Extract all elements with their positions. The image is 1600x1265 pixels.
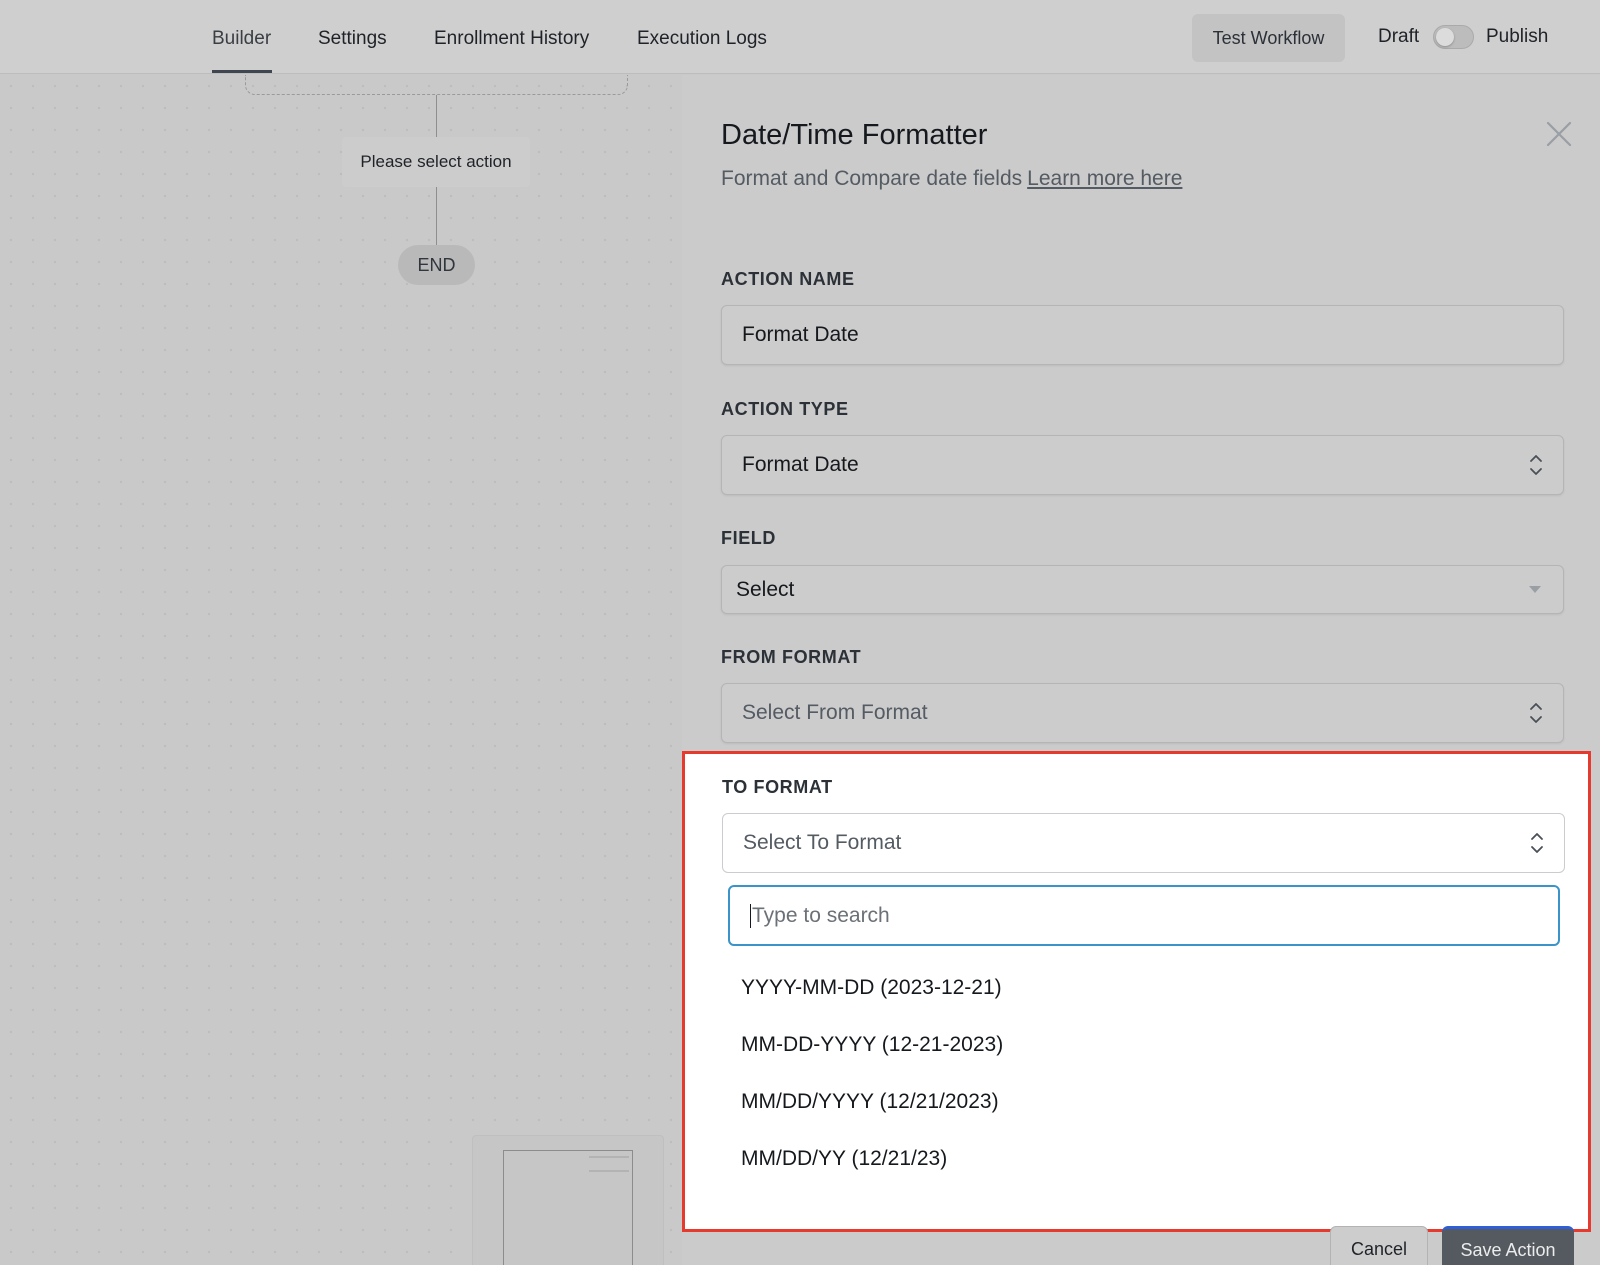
from-format-placeholder: Select From Format xyxy=(742,701,928,724)
format-option[interactable]: MM-DD-YYYY (12-21-2023) xyxy=(741,1033,1003,1057)
action-name-label: ACTION NAME xyxy=(721,269,855,289)
field-label: FIELD xyxy=(721,528,776,548)
minimap-line xyxy=(589,1156,629,1158)
format-option[interactable]: YYYY-MM-DD (2023-12-21) xyxy=(741,976,1002,1000)
learn-more-link[interactable]: Learn more here xyxy=(1027,167,1182,190)
tab-enrollment-history[interactable]: Enrollment History xyxy=(434,28,589,50)
close-icon[interactable] xyxy=(1544,119,1574,149)
text-cursor xyxy=(750,903,751,928)
cancel-button[interactable]: Cancel xyxy=(1330,1226,1428,1265)
workflow-canvas[interactable]: Please select action END xyxy=(0,75,682,1265)
dropdown-search-input[interactable]: Type to search xyxy=(728,885,1560,946)
publish-label: Publish xyxy=(1486,26,1549,47)
chevron-up-down-icon xyxy=(1530,455,1542,475)
panel-title: Date/Time Formatter xyxy=(721,119,988,151)
top-nav: Builder Settings Enrollment History Exec… xyxy=(0,0,1600,74)
to-format-placeholder: Select To Format xyxy=(743,831,902,854)
save-action-button[interactable]: Save Action xyxy=(1442,1226,1574,1265)
format-option[interactable]: MM/DD/YYYY (12/21/2023) xyxy=(741,1090,999,1114)
connector-line xyxy=(436,95,437,137)
previous-node[interactable] xyxy=(245,75,628,95)
action-type-select[interactable]: Format Date xyxy=(721,435,1564,495)
field-value: Select xyxy=(736,577,795,601)
action-name-input[interactable]: Format Date xyxy=(721,305,1564,365)
from-format-select[interactable]: Select From Format xyxy=(721,683,1564,743)
panel-subtitle: Format and Compare date fields Learn more… xyxy=(721,167,1182,191)
tab-builder[interactable]: Builder xyxy=(212,28,271,50)
to-format-label: TO FORMAT xyxy=(722,777,833,797)
test-workflow-button[interactable]: Test Workflow xyxy=(1192,14,1345,62)
to-format-section: TO FORMAT Select To Format Type to searc… xyxy=(682,751,1591,1232)
draft-label: Draft xyxy=(1378,26,1420,47)
tab-execution-logs[interactable]: Execution Logs xyxy=(637,28,767,50)
connector-line xyxy=(436,187,437,245)
toggle-knob xyxy=(1436,28,1454,46)
from-format-label: FROM FORMAT xyxy=(721,647,862,667)
chevron-up-down-icon xyxy=(1530,703,1542,723)
minimap-viewport[interactable] xyxy=(503,1150,633,1265)
chevron-up-down-icon xyxy=(1531,833,1543,853)
minimap-line xyxy=(589,1170,629,1172)
format-option[interactable]: MM/DD/YY (12/21/23) xyxy=(741,1147,947,1171)
select-action-node[interactable]: Please select action xyxy=(342,137,530,187)
action-type-value: Format Date xyxy=(742,453,859,476)
subtitle-text: Format and Compare date fields xyxy=(721,167,1023,190)
action-type-label: ACTION TYPE xyxy=(721,399,849,419)
search-placeholder: Type to search xyxy=(752,903,890,927)
end-node: END xyxy=(398,245,475,285)
active-tab-indicator xyxy=(212,70,272,73)
publish-toggle[interactable] xyxy=(1433,25,1474,49)
minimap[interactable] xyxy=(472,1135,664,1265)
to-format-select[interactable]: Select To Format xyxy=(722,813,1565,873)
tab-settings[interactable]: Settings xyxy=(318,28,387,50)
caret-down-icon xyxy=(1529,585,1541,593)
field-select[interactable]: Select xyxy=(721,565,1564,614)
